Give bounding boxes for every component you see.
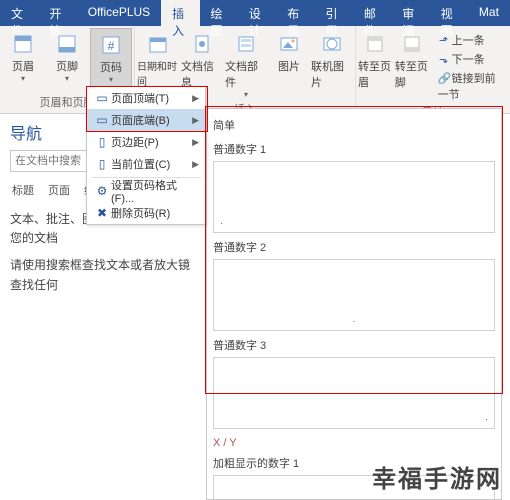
- picture-label: 图片: [278, 58, 300, 74]
- menu-label: 页面顶端(T): [111, 90, 192, 106]
- gallery-item-label: 普通数字 2: [213, 239, 495, 255]
- goto-header-button[interactable]: 转至页眉: [358, 28, 393, 102]
- page-number-sample: ·: [353, 316, 356, 326]
- doc-info-icon: [191, 33, 213, 55]
- tab-home[interactable]: 开始: [38, 0, 76, 26]
- page-number-submenu: ▭页面顶端(T)▶ ▭页面底端(B)▶ ▯页边距(P)▶ ▯当前位置(C)▶ ⚙…: [86, 86, 206, 225]
- page-number-sample: ·: [220, 218, 223, 228]
- page-number-gallery: 简单 普通数字 1 · 普通数字 2 · 普通数字 3 · X / Y 加粗显示…: [206, 108, 502, 500]
- quick-parts-button[interactable]: 文档部件 ▾: [225, 28, 267, 99]
- footer-button[interactable]: 页脚 ▾: [46, 28, 88, 92]
- format-icon: ⚙: [93, 184, 111, 198]
- menu-top-of-page[interactable]: ▭页面顶端(T)▶: [87, 87, 205, 109]
- watermark-text: 幸福手游网: [372, 459, 502, 494]
- page-top-icon: ▭: [93, 91, 111, 105]
- menu-page-margins[interactable]: ▯页边距(P)▶: [87, 131, 205, 153]
- date-time-label: 日期和时间: [137, 58, 179, 88]
- page-number-sample: ·: [485, 414, 488, 424]
- chevron-down-icon: ▾: [21, 75, 25, 83]
- quick-parts-label: 文档部件: [225, 58, 267, 90]
- tab-view[interactable]: 视图: [430, 0, 468, 26]
- ribbon: 页眉 ▾ 页脚 ▾ # 页码 ▾ 页眉和页脚 日期和时间 文: [0, 26, 510, 114]
- svg-text:#: #: [108, 39, 115, 53]
- chevron-down-icon: ▾: [109, 76, 113, 84]
- page-number-icon: #: [100, 34, 122, 56]
- nav-links: ⬏上一条 ⬎下一条 🔗链接到前一节: [432, 28, 508, 102]
- tab-officeplus[interactable]: OfficePLUS: [77, 0, 161, 26]
- next-label: 下一条: [452, 54, 485, 66]
- ribbon-tabs: 文件 开始 OfficePLUS 插入 绘图 设计 布局 引用 邮件 审阅 视图…: [0, 0, 510, 26]
- online-picture-label: 联机图片: [311, 58, 353, 90]
- header-label: 页眉: [12, 58, 34, 74]
- link-previous-button[interactable]: 🔗链接到前一节: [438, 70, 504, 102]
- menu-format-page-numbers[interactable]: ⚙设置页码格式(F)...: [87, 180, 205, 202]
- gallery-item-label: 普通数字 1: [213, 141, 495, 157]
- current-pos-icon: ▯: [93, 157, 111, 171]
- gallery-item-plain2[interactable]: ·: [213, 259, 495, 331]
- header-icon: [12, 33, 34, 55]
- menu-remove-page-numbers[interactable]: ✖删除页码(R): [87, 202, 205, 224]
- gallery-item-plain3[interactable]: ·: [213, 357, 495, 429]
- tab-mathtype[interactable]: Mat: [468, 0, 510, 26]
- next-icon: ⬎: [438, 53, 450, 66]
- menu-label: 页面底端(B): [111, 112, 192, 128]
- gallery-item-plain1[interactable]: ·: [213, 161, 495, 233]
- online-picture-icon: [321, 33, 343, 55]
- chevron-right-icon: ▶: [192, 115, 199, 126]
- nav-message-line: 请使用搜索框查找文本或者放大镜查找任何: [10, 256, 198, 294]
- tab-draw[interactable]: 绘图: [200, 0, 238, 26]
- page-margin-icon: ▯: [93, 135, 111, 149]
- menu-label: 删除页码(R): [111, 205, 199, 221]
- gallery-section-simple: 简单: [213, 113, 495, 139]
- header-button[interactable]: 页眉 ▾: [2, 28, 44, 92]
- gallery-section-xy: X / Y: [213, 435, 495, 453]
- menu-bottom-of-page[interactable]: ▭页面底端(B)▶: [87, 109, 205, 131]
- nav-tab-headings[interactable]: 标题: [12, 182, 34, 198]
- tab-file[interactable]: 文件: [0, 0, 38, 26]
- chevron-right-icon: ▶: [192, 93, 199, 104]
- footer-icon: [56, 33, 78, 55]
- quick-parts-icon: [235, 33, 257, 55]
- goto-header-icon: [364, 33, 386, 55]
- next-section-button[interactable]: ⬎下一条: [438, 51, 504, 67]
- goto-header-label: 转至页眉: [358, 58, 393, 90]
- page-bottom-icon: ▭: [93, 113, 111, 127]
- menu-label: 页边距(P): [111, 134, 192, 150]
- chevron-down-icon: ▾: [65, 75, 69, 83]
- picture-icon: [278, 33, 300, 55]
- date-time-icon: [147, 33, 169, 55]
- page-number-button[interactable]: # 页码 ▾: [90, 28, 132, 92]
- online-picture-button[interactable]: 联机图片: [311, 28, 353, 99]
- goto-footer-label: 转至页脚: [395, 58, 430, 90]
- tab-layout[interactable]: 布局: [276, 0, 314, 26]
- chevron-right-icon: ▶: [192, 137, 199, 148]
- nav-tab-pages[interactable]: 页面: [48, 182, 70, 198]
- menu-current-position[interactable]: ▯当前位置(C)▶: [87, 153, 205, 175]
- picture-button[interactable]: 图片: [269, 28, 309, 99]
- tab-references[interactable]: 引用: [315, 0, 353, 26]
- link-icon: 🔗: [438, 72, 450, 85]
- tab-mailings[interactable]: 邮件: [353, 0, 391, 26]
- chevron-right-icon: ▶: [192, 159, 199, 170]
- group-navigation: 转至页眉 转至页脚 ⬏上一条 ⬎下一条 🔗链接到前一节 导航: [356, 26, 510, 113]
- prev-section-button[interactable]: ⬏上一条: [438, 32, 504, 48]
- prev-label: 上一条: [452, 35, 485, 47]
- remove-icon: ✖: [93, 206, 111, 220]
- gallery-item-label: 普通数字 3: [213, 337, 495, 353]
- menu-label: 设置页码格式(F)...: [111, 177, 199, 205]
- goto-footer-button[interactable]: 转至页脚: [395, 28, 430, 102]
- tab-review[interactable]: 审阅: [391, 0, 429, 26]
- chevron-down-icon: ▾: [244, 91, 248, 99]
- menu-label: 当前位置(C): [111, 156, 192, 172]
- footer-label: 页脚: [56, 58, 78, 74]
- tab-design[interactable]: 设计: [238, 0, 276, 26]
- tab-insert[interactable]: 插入: [161, 0, 199, 26]
- goto-footer-icon: [401, 33, 423, 55]
- page-number-label: 页码: [100, 59, 122, 75]
- prev-icon: ⬏: [438, 34, 450, 47]
